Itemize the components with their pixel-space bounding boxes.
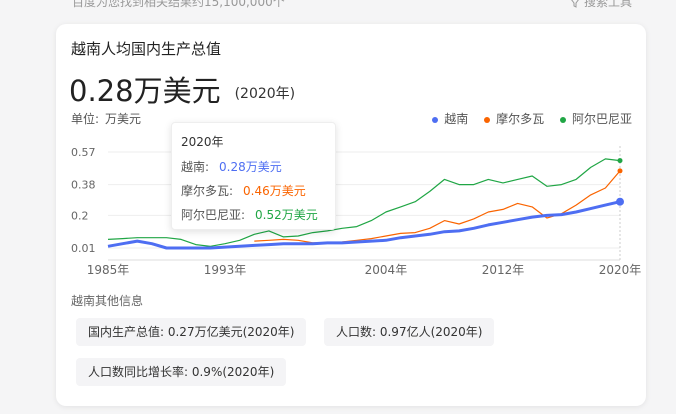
tooltip-row-moldova: 摩尔多瓦: 0.46万美元 — [181, 182, 306, 199]
tooltip-label: 越南: — [181, 160, 210, 174]
y-tick-label: 0.2 — [71, 209, 89, 222]
tooltip-value: 0.52万美元 — [255, 208, 318, 222]
tooltip-row-vietnam: 越南: 0.28万美元 — [181, 158, 282, 175]
x-tick-label: 2012年 — [482, 263, 525, 277]
y-tick-label: 0.38 — [71, 179, 96, 192]
tooltip-year: 2020年 — [181, 135, 224, 149]
series-point-2020 — [616, 197, 624, 206]
info-chip-growth-rate[interactable]: 人口数同比增长率: 0.9%(2020年) — [76, 358, 287, 386]
chart-tooltip: 2020年 越南: 0.28万美元 摩尔多瓦: 0.46万美元 阿尔巴尼亚: 0.52… — [171, 122, 336, 230]
tooltip-row-albania: 阿尔巴尼亚: 0.52万美元 — [181, 206, 318, 223]
top-search-bar: 百度为您找到相关结果约15,100,000个 搜索工具 — [0, 0, 676, 14]
tooltip-label: 阿尔巴尼亚: — [181, 208, 246, 222]
tooltip-value: 0.46万美元 — [243, 184, 306, 198]
other-info-title: 越南其他信息 — [71, 294, 144, 308]
x-tick-label: 1985年 — [87, 263, 130, 277]
x-tick-label: 1993年 — [204, 263, 247, 277]
gdp-card: 越南人均国内生产总值 0.28万美元 (2020年) 单位: 万美元 越南 摩尔多瓦… — [56, 24, 646, 406]
info-chip-population[interactable]: 人口数: 0.97亿人(2020年) — [324, 318, 495, 346]
series-point-2020 — [617, 168, 623, 174]
x-tick-label: 2020年 — [599, 263, 642, 277]
result-count-text: 百度为您找到相关结果约15,100,000个 — [72, 0, 285, 9]
y-tick-label: 0.01 — [71, 242, 96, 255]
series-point-2020 — [617, 158, 623, 164]
search-tools-button[interactable]: 搜索工具 — [570, 0, 632, 10]
gdp-line-chart[interactable]: 0.57 0.38 0.2 0.01 1985年 1993年 2004年 2012年 2020年 — [56, 24, 646, 284]
search-tools-label: 搜索工具 — [583, 0, 632, 9]
x-tick-label: 2004年 — [365, 263, 408, 277]
tooltip-value: 0.28万美元 — [219, 160, 282, 174]
info-chip-gdp[interactable]: 国内生产总值: 0.27万亿美元(2020年) — [76, 318, 307, 346]
y-tick-label: 0.57 — [71, 146, 96, 159]
funnel-icon — [571, 0, 579, 8]
tooltip-label: 摩尔多瓦: — [181, 184, 234, 198]
